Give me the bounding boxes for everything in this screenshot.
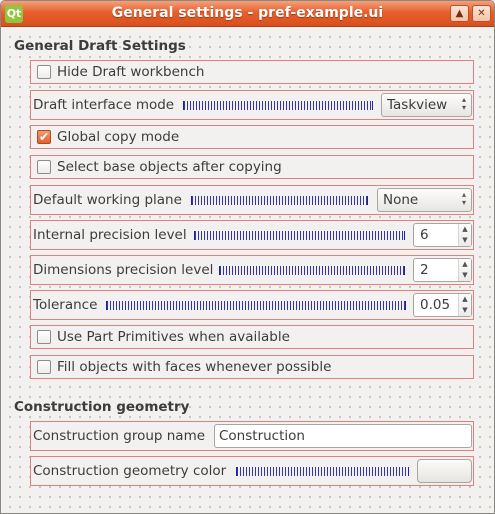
global-copy-mode-row: ✔ Global copy mode [30,125,474,149]
internal-precision-row: Internal precision level 6 ▲ ▼ [30,220,474,250]
default-working-plane-value: None [383,192,419,208]
dimensions-precision-spinbox[interactable]: 2 ▲ ▼ [413,258,472,282]
use-part-primitives-row: Use Part Primitives when available [30,325,474,349]
construction-geometry-color-row: Construction geometry color [30,456,474,486]
dimensions-precision-value: 2 [420,262,429,278]
internal-precision-spinbox[interactable]: 6 ▲ ▼ [413,223,472,247]
dialog-content: General Draft Settings Hide Draft workbe… [1,28,494,513]
dimensions-precision-row: Dimensions precision level 2 ▲ ▼ [30,255,474,285]
select-base-objects-row: Select base objects after copying [30,155,474,179]
default-working-plane-select[interactable]: None ▴ ▾ [377,188,472,212]
select-base-objects-checkbox[interactable] [37,160,51,174]
internal-precision-label: Internal precision level [33,227,187,243]
construction-group-title: Construction geometry [14,399,190,415]
tolerance-spinbox[interactable]: 0.05 ▲ ▼ [413,293,472,317]
chevron-updown-icon: ▴ ▾ [461,95,466,112]
construction-group-name-input[interactable]: Construction [214,424,472,448]
dimensions-precision-label: Dimensions precision level [33,262,214,278]
spacer-line [219,266,405,275]
spin-arrows-icon[interactable]: ▲ ▼ [458,259,471,281]
hide-draft-workbench-row: Hide Draft workbench [30,60,474,84]
spacer-line [106,301,406,310]
tolerance-row: Tolerance 0.05 ▲ ▼ [30,290,474,320]
default-working-plane-label: Default working plane [33,192,182,208]
construction-group-name-label: Construction group name [33,428,206,444]
spacer-line [191,196,368,205]
global-copy-mode-label[interactable]: Global copy mode [57,129,179,145]
title-bar[interactable]: Qt General settings - pref-example.ui ▲ … [1,1,494,27]
spin-arrows-icon[interactable]: ▲ ▼ [458,224,471,246]
settings-window: Qt General settings - pref-example.ui ▲ … [0,0,495,514]
construction-geometry-color-label: Construction geometry color [33,463,227,479]
draft-interface-mode-value: Taskview [387,97,448,113]
select-base-objects-label[interactable]: Select base objects after copying [57,159,282,175]
fill-objects-row: Fill objects with faces whenever possibl… [30,355,474,379]
global-copy-mode-checkbox[interactable]: ✔ [37,130,51,144]
chevron-updown-icon: ▴ ▾ [461,190,466,207]
tolerance-value: 0.05 [420,297,451,313]
minimize-button[interactable]: ▲ [450,5,469,22]
draft-interface-mode-row: Draft interface mode Taskview ▴ ▾ [30,90,474,120]
hide-draft-workbench-label[interactable]: Hide Draft workbench [57,64,204,80]
default-working-plane-row: Default working plane None ▴ ▾ [30,185,474,215]
construction-group-name-row: Construction group name Construction [30,421,474,451]
fill-objects-checkbox[interactable] [37,360,51,374]
close-button[interactable]: ✕ [472,5,491,22]
tolerance-label: Tolerance [33,297,98,313]
window-title: General settings - pref-example.ui [111,5,384,21]
general-group-title: General Draft Settings [14,38,186,54]
hide-draft-workbench-checkbox[interactable] [37,65,51,79]
use-part-primitives-label[interactable]: Use Part Primitives when available [57,329,290,345]
fill-objects-label[interactable]: Fill objects with faces whenever possibl… [57,359,331,375]
use-part-primitives-checkbox[interactable] [37,330,51,344]
spacer-line [183,101,373,110]
draft-interface-mode-label: Draft interface mode [33,97,175,113]
spacer-line [236,467,409,476]
draft-interface-mode-select[interactable]: Taskview ▴ ▾ [381,93,472,117]
spacer-line [194,231,405,240]
internal-precision-value: 6 [420,227,429,243]
spin-arrows-icon[interactable]: ▲ ▼ [458,294,471,316]
construction-geometry-color-button[interactable] [417,459,472,483]
